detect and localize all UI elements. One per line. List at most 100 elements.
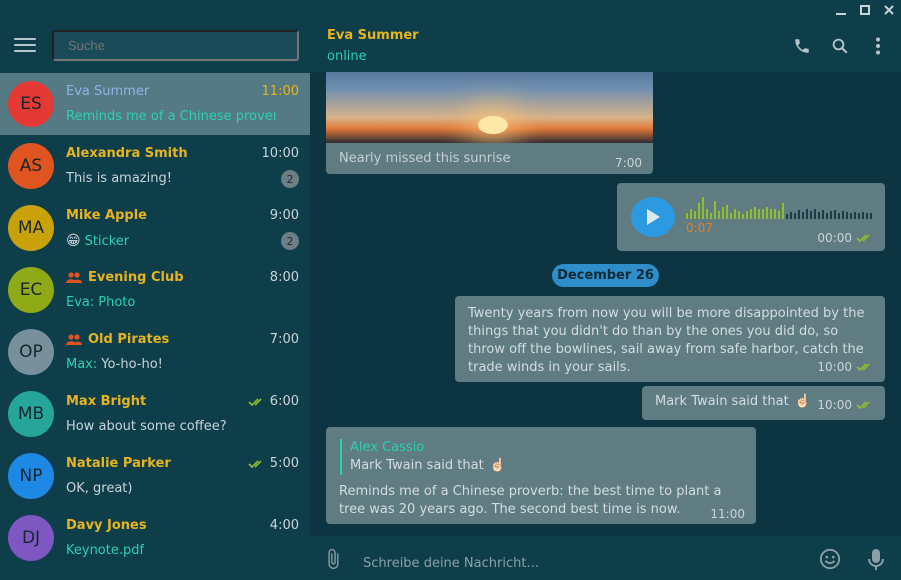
outgoing-message[interactable]: Twenty years from now you will be more d… [455,296,885,382]
double-check-icon [856,401,870,410]
chat-name: Natalie Parker [66,456,171,471]
paperclip-icon [328,548,339,570]
chat-time: 8:00 [269,270,299,285]
message-list: Nearly missed this sunrise 7:00 0:07 00:… [310,72,901,536]
message-text: Mark Twain said that ☝🏻 [655,394,811,409]
emoji-button[interactable] [819,548,841,574]
message-time-text: 10:00 [817,398,852,412]
search-icon [832,38,848,54]
chat-item-davy-jones[interactable]: DJ Davy Jones 4:00 Keynote.pdf [0,507,310,569]
play-icon [647,209,660,225]
chat-preview: Reminds me of a Chinese prover... [66,109,276,124]
chat-preview: 😁 Sticker [66,233,129,249]
quoted-message[interactable]: Alex Cassio Mark Twain said that ☝🏻 [340,439,506,475]
pointing-up-emoji-icon: ☝🏻 [489,458,506,473]
message-time: 10:00 [817,398,874,412]
chat-name-text: Old Pirates [88,332,170,347]
close-button[interactable] [877,0,901,20]
message-time-text: 10:00 [817,360,852,374]
incoming-reply-message[interactable]: Alex Cassio Mark Twain said that ☝🏻 Remi… [326,427,756,524]
chat-header: Eva Summer online [310,0,901,72]
chat-name: Davy Jones [66,518,147,533]
message-time: 00:00 [817,231,874,245]
double-check-icon [248,397,262,406]
message-text-content: Mark Twain said that [655,394,789,409]
search-button[interactable] [831,36,849,56]
minimize-icon [836,13,846,15]
chat-item-mike-apple[interactable]: MA Mike Apple 9:00 😁 Sticker 2 [0,197,310,259]
preview-sender: Eva: [66,295,95,310]
chat-item-evening-club[interactable]: EC Evening Club 8:00 Eva: Photo [0,259,310,321]
chat-time: 11:00 [261,84,299,99]
voice-record-button[interactable] [867,548,885,576]
chat-name: Old Pirates [66,332,169,347]
unread-badge: 2 [281,232,299,250]
preview-text: Yo-ho-ho! [101,357,163,372]
chat-item-natalie-parker[interactable]: NP Natalie Parker 5:00 OK, great) [0,445,310,507]
chat-name: Alexandra Smith [66,146,188,161]
waveform[interactable] [686,197,876,219]
sunrise-photo[interactable] [326,72,653,143]
preview-text: Photo [98,295,136,310]
avatar: NP [8,453,54,499]
chat-time: 9:00 [269,208,299,223]
voice-message: 0:07 00:00 [617,183,885,251]
play-button[interactable] [631,197,675,237]
avatar: MA [8,205,54,251]
attach-button[interactable] [322,548,344,574]
chat-preview: OK, great) [66,481,133,496]
contact-name[interactable]: Eva Summer [327,28,419,43]
window-controls [829,0,901,20]
contact-status: online [327,49,367,64]
hamburger-menu-icon[interactable] [14,38,36,54]
outgoing-message[interactable]: Mark Twain said that ☝🏻 10:00 [642,386,885,420]
message-time-text: 00:00 [817,231,852,245]
maximize-button[interactable] [853,0,877,20]
double-check-icon [856,363,870,372]
unread-badge: 2 [281,170,299,188]
sidebar-header [0,0,310,72]
avatar: AS [8,143,54,189]
chat-time: 4:00 [269,518,299,533]
chat-name: Eva Summer [66,84,150,99]
message-time: 7:00 [615,156,642,170]
avatar: OP [8,329,54,375]
chat-item-eva-summer[interactable]: ES Eva Summer 11:00 Reminds me of a Chin… [0,73,310,135]
chat-item-max-bright[interactable]: MB Max Bright 6:00 How about some coffee… [0,383,310,445]
chat-preview: This is amazing! [66,171,172,186]
avatar: EC [8,267,54,313]
chat-preview: Eva: Photo [66,295,135,310]
chat-time: 10:00 [261,146,299,161]
group-icon [66,333,82,345]
chat-name-text: Evening Club [88,270,184,285]
avatar: MB [8,391,54,437]
close-icon [884,5,894,15]
chat-time: 5:00 [248,456,299,471]
phone-button[interactable] [793,36,811,56]
chat-time: 7:00 [269,332,299,347]
double-check-icon [856,234,870,243]
preview-sender: Max: [66,357,98,372]
preview-text: Sticker [84,233,130,249]
sidebar: ES Eva Summer 11:00 Reminds me of a Chin… [0,0,310,580]
quote-text-content: Mark Twain said that [350,458,484,473]
search-input[interactable] [52,30,299,61]
more-options-button[interactable] [869,36,887,56]
chat-preview: Keynote.pdf [66,543,144,558]
message-input[interactable] [363,556,783,571]
chat-item-old-pirates[interactable]: OP Old Pirates 7:00 Max: Yo-ho-ho! [0,321,310,383]
chat-list: ES Eva Summer 11:00 Reminds me of a Chin… [0,73,310,569]
avatar: DJ [8,515,54,561]
quote-text: Mark Twain said that ☝🏻 [350,457,506,475]
message-text: Twenty years from now you will be more d… [468,306,865,375]
chat-name: Mike Apple [66,208,147,223]
minimize-button[interactable] [829,0,853,20]
smiley-icon [819,548,841,570]
chat-preview: Max: Yo-ho-ho! [66,357,163,372]
date-divider: December 26 [552,264,659,287]
image-message[interactable]: Nearly missed this sunrise 7:00 [326,72,653,174]
voice-duration: 0:07 [686,221,713,235]
pointing-up-emoji-icon: ☝🏻 [794,394,811,409]
chat-item-alexandra-smith[interactable]: AS Alexandra Smith 10:00 This is amazing… [0,135,310,197]
chat-panel: Eva Summer online Nearly missed this sun… [310,0,901,580]
